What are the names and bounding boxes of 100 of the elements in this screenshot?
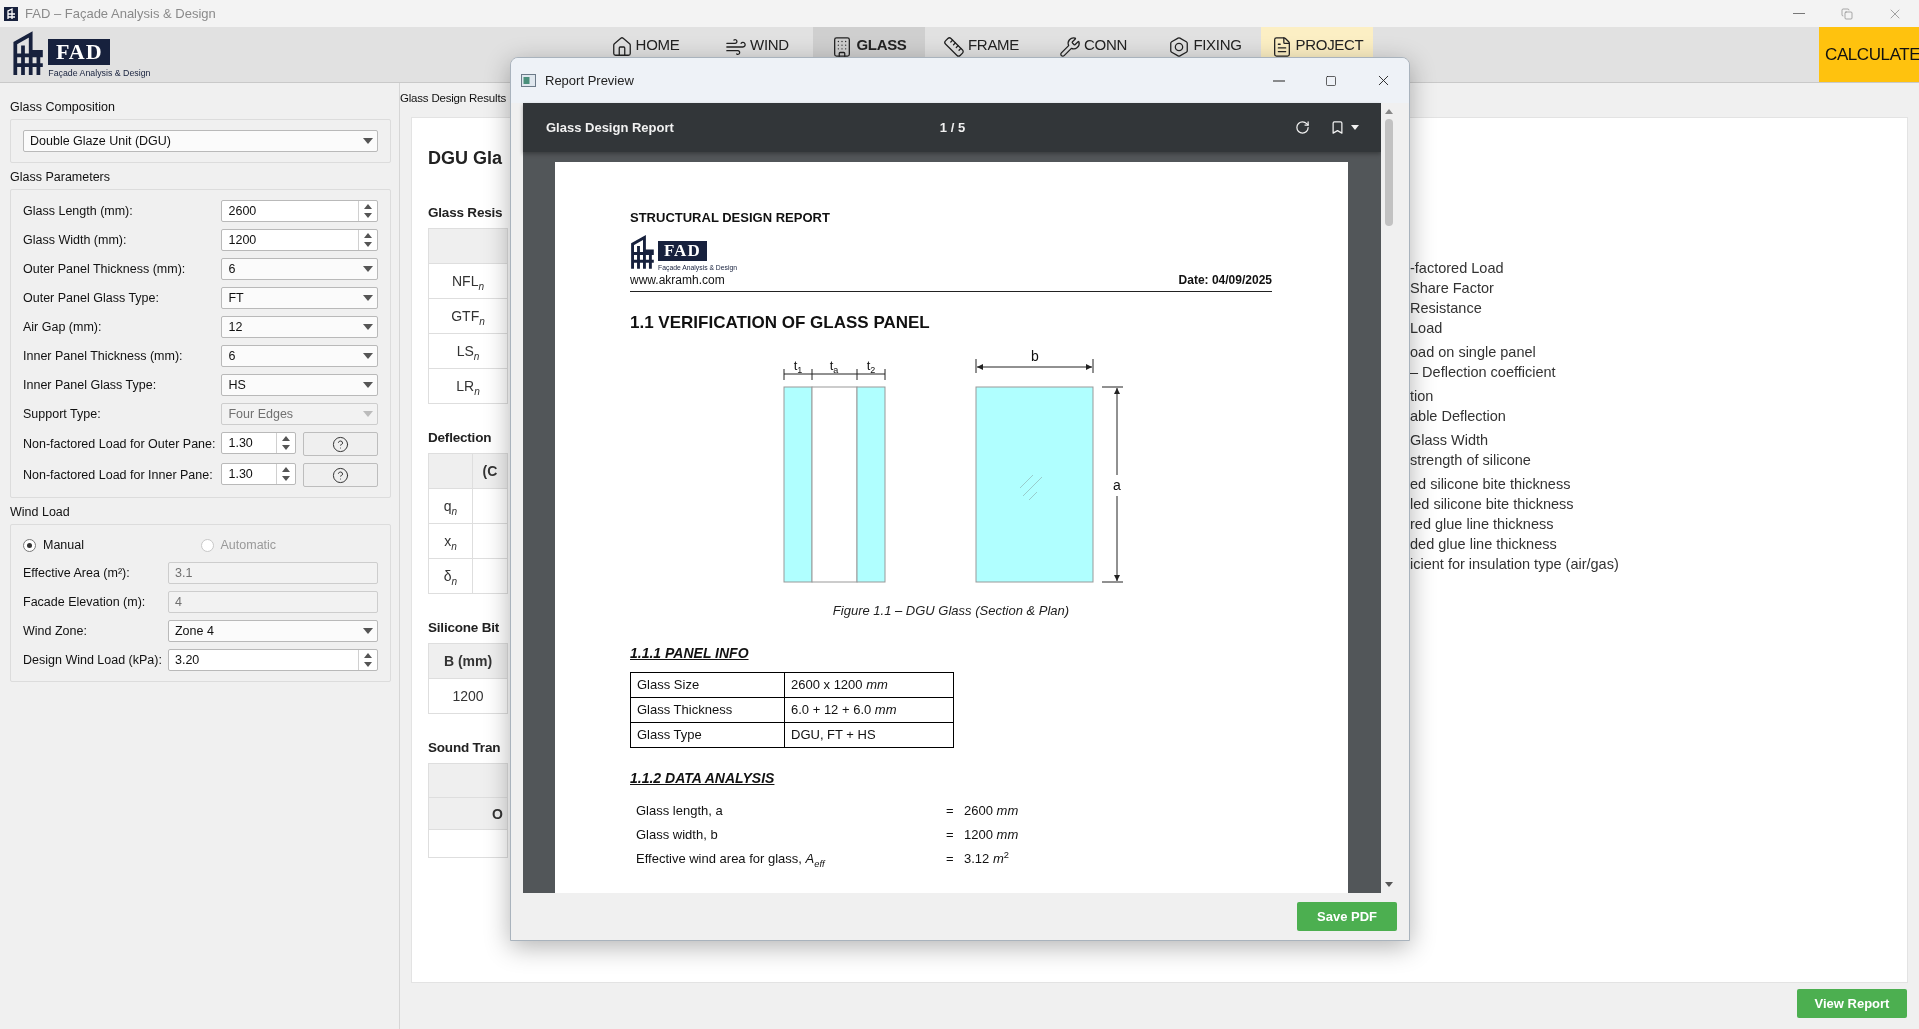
dropdown[interactable]: Zone 4 [167, 620, 378, 642]
dimension-label: t$_{2}$ [866, 357, 876, 375]
dropdown[interactable]: 6 [221, 258, 378, 280]
table-cell: q$_{n}$ [428, 488, 473, 524]
data-value: 1200 mm [964, 825, 1020, 844]
house-icon [610, 36, 633, 58]
viewer-title: Glass Design Report [546, 120, 675, 135]
legend-text: able Deflection [1410, 407, 1507, 426]
help-icon [332, 466, 350, 484]
legend-text: oad on single panel [1410, 343, 1537, 362]
nav-tab[interactable]: CONN [1037, 27, 1149, 82]
legend-text: Load [1410, 319, 1444, 338]
dimension-label: b [1031, 347, 1039, 364]
field-label: Glass Length (mm): [23, 204, 134, 218]
rotate-icon[interactable] [1295, 120, 1310, 135]
table-cell: δ$_{n}$ [428, 558, 473, 594]
nav-tab[interactable]: FRAME [925, 27, 1037, 82]
table-cell: LS$_{n}$ [428, 333, 508, 369]
dimension-label: a [1113, 476, 1121, 493]
field-label: Design Wind Load (kPa): [23, 653, 162, 667]
legend-text: strength of silicone [1410, 451, 1532, 470]
legend-text: ded glue line thickness [1410, 535, 1558, 554]
up-down-arrows-icon [364, 204, 372, 218]
legend-text: led silicone bite thickness [1410, 495, 1575, 514]
number-field[interactable]: 1200 [221, 229, 378, 251]
nav-tab[interactable]: FIXING [1149, 27, 1261, 82]
radio-option[interactable]: Manual [23, 538, 84, 552]
legend-text: Glass Width [1410, 431, 1490, 450]
help-button[interactable] [303, 463, 378, 487]
dropdown[interactable]: HS [221, 374, 378, 396]
field-label: Air Gap (mm): [23, 320, 103, 334]
dialog-title: Report Preview [545, 73, 634, 88]
legend-text: tion [1410, 387, 1435, 406]
caret-icon [363, 628, 373, 634]
caret-icon [363, 353, 373, 359]
caret-icon [363, 324, 373, 330]
window-title: FAD – Façade Analysis & Design [25, 6, 216, 21]
scroll-up-icon[interactable] [1385, 109, 1393, 114]
legend-text: – Deflection coefficient [1410, 363, 1557, 382]
field-label: Facade Elevation (m): [23, 595, 147, 609]
table-cell: DGU, FT + HS [784, 722, 954, 748]
legend-text: Share Factor [1410, 279, 1495, 298]
legend-text: Resistance [1410, 299, 1483, 318]
dimension-label: t$_{1}$ [793, 357, 803, 375]
data-label: Glass width, b [636, 825, 719, 844]
report-header: STRUCTURAL DESIGN REPORT [630, 210, 831, 226]
help-button[interactable] [303, 432, 378, 456]
table-cell: Glass Size [630, 672, 785, 698]
group-title: Glass Parameters [10, 169, 112, 186]
logo-mark: FAD [48, 38, 111, 66]
wind-icon [725, 36, 748, 58]
table-cell: x$_{n}$ [428, 523, 473, 559]
radio-label: Automatic [220, 538, 277, 552]
legend-text: red glue line thickness [1410, 515, 1555, 534]
calculate-button[interactable]: CALCULATE [1819, 27, 1919, 82]
table-cell: 1200 [428, 678, 508, 714]
panel-title: Glass Design Results [400, 91, 506, 106]
field-label: Non-factored Load for Outer Pane: [23, 437, 216, 451]
report-subheading: 1.1.2 DATA ANALYSIS [630, 768, 776, 787]
group-title: Glass Composition [10, 99, 116, 116]
table-header: (C [472, 453, 508, 489]
up-down-arrows-icon [282, 467, 291, 481]
dimension-label: t$_{a}$ [829, 357, 839, 375]
caret-icon [1351, 125, 1359, 130]
data-value: 2600 mm [964, 801, 1020, 820]
table-cell: 2600 x 1200 mm [784, 672, 954, 698]
number-field[interactable]: 1.30 [221, 463, 297, 485]
scrollbar-thumb[interactable] [1385, 119, 1393, 226]
legend-text: ed silicone bite thickness [1410, 475, 1572, 494]
field-label: Outer Panel Thickness (mm): [23, 262, 187, 276]
wrench-icon [1059, 36, 1081, 58]
table-header [428, 453, 473, 489]
report-subheading: 1.1.1 PANEL INFO [630, 643, 750, 662]
minimize-icon [1273, 79, 1285, 82]
help-icon [332, 435, 350, 453]
dropdown[interactable]: 6 [221, 345, 378, 367]
dropdown[interactable]: Double Glaze Unit (DGU) [23, 130, 378, 152]
field-label: Inner Panel Glass Type: [23, 378, 158, 392]
up-down-arrows-icon [364, 233, 372, 247]
field-label: Effective Area (m²): [23, 566, 131, 580]
nav-tab[interactable]: WIND [701, 27, 813, 82]
number-field[interactable]: 3.20 [167, 649, 378, 671]
data-value: 3.12 m$^{2}$ [964, 848, 1010, 868]
number-field[interactable]: 2600 [221, 200, 378, 222]
minimize-icon [1793, 13, 1805, 14]
field-label: Non-factored Load for Inner Pane: [23, 468, 214, 482]
bookmark-button[interactable] [1330, 120, 1359, 135]
field-label: Outer Panel Glass Type: [23, 291, 160, 305]
field-label: Support Type: [23, 407, 102, 421]
scroll-down-icon[interactable] [1385, 882, 1393, 887]
section-title: Glass Resis [428, 204, 504, 222]
dropdown[interactable]: 12 [221, 316, 378, 338]
number-field[interactable]: 1.30 [221, 432, 297, 454]
logo-tagline: Façade Analysis & Design [48, 68, 151, 79]
radio-label: Manual [43, 538, 84, 552]
report-date: Date: 04/09/2025 [1178, 272, 1272, 287]
website-text: www.akramh.com [630, 272, 725, 287]
caret-icon [363, 295, 373, 301]
dropdown[interactable]: FT [221, 287, 378, 309]
table-cell: Glass Type [630, 722, 785, 748]
